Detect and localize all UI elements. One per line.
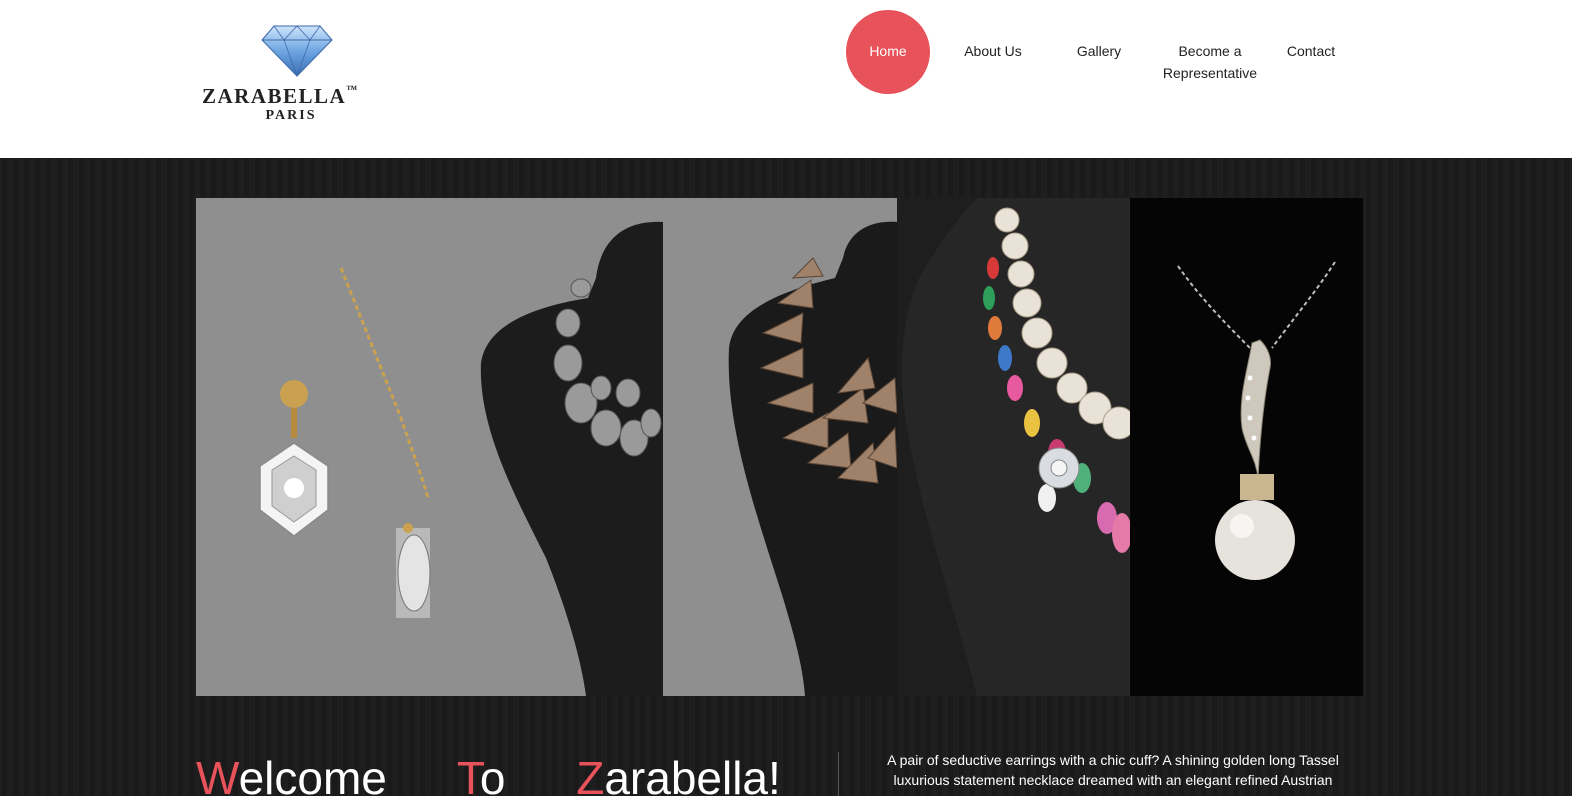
welcome-heading: Welcome To Zarabella! bbox=[196, 752, 781, 804]
nav-gallery[interactable]: Gallery bbox=[1064, 40, 1134, 62]
pearl-flower-necklace-image bbox=[901, 198, 1130, 696]
nav-contact[interactable]: Contact bbox=[1276, 40, 1346, 62]
welcome-word-3: Zarabella! bbox=[576, 752, 781, 804]
nav-about-us[interactable]: About Us bbox=[948, 40, 1038, 62]
intro-description: A pair of seductive earrings with a chic… bbox=[887, 752, 1339, 788]
welcome-word-1: Welcome bbox=[196, 752, 387, 804]
gallery-panel-pearl-pendant[interactable] bbox=[1130, 198, 1363, 696]
diamond-icon bbox=[261, 25, 333, 78]
statement-necklace-image bbox=[728, 221, 897, 696]
trademark-symbol: ™ bbox=[346, 84, 358, 96]
vertical-divider bbox=[838, 752, 839, 796]
nav-home[interactable]: Home bbox=[846, 10, 930, 94]
gallery-panel-earrings[interactable] bbox=[196, 198, 663, 696]
brand-logo[interactable]: ZARABELLA™ PARIS bbox=[196, 14, 396, 134]
gallery-panel-pearl-flower-necklace[interactable] bbox=[897, 198, 1130, 696]
site-header: ZARABELLA™ PARIS Home About Us Gallery B… bbox=[0, 0, 1572, 158]
jewelry-gallery bbox=[196, 198, 1363, 696]
brand-subtitle: PARIS bbox=[265, 108, 317, 123]
earrings-and-necklace-image bbox=[259, 221, 663, 696]
brand-name: ZARABELLA™ bbox=[202, 84, 358, 108]
pearl-pendant-image bbox=[1177, 261, 1336, 580]
nav-become-representative[interactable]: Become a Representative bbox=[1152, 40, 1268, 84]
welcome-word-2: To bbox=[456, 752, 506, 804]
gallery-panel-statement-necklace[interactable] bbox=[663, 198, 897, 696]
hero-section: Welcome To Zarabella! A pair of seductiv… bbox=[0, 158, 1572, 804]
